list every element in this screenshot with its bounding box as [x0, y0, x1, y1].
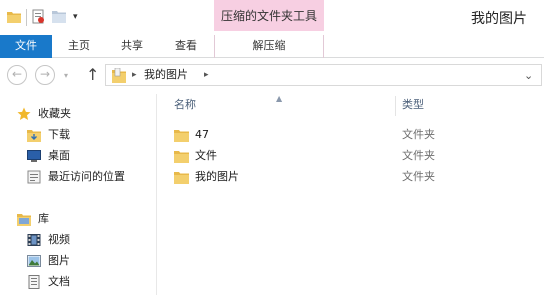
nav-libraries[interactable]: 库: [0, 209, 156, 229]
breadcrumb-chevron-icon[interactable]: ▸: [132, 68, 137, 82]
new-folder-icon[interactable]: [52, 10, 66, 23]
file-name: 47: [195, 128, 209, 141]
breadcrumb-chevron-icon[interactable]: ▸: [204, 68, 209, 82]
pictures-icon: [27, 255, 41, 267]
nav-item-label: 文档: [48, 275, 70, 288]
folder-icon[interactable]: [7, 11, 21, 23]
address-bar[interactable]: ▸ 我的图片 ▸ ⌄: [105, 64, 542, 86]
folder-icon: [174, 130, 189, 142]
nav-item-videos[interactable]: 视频: [0, 230, 156, 250]
back-arrow-icon[interactable]: ←: [7, 65, 27, 85]
nav-item-pictures[interactable]: 图片: [0, 251, 156, 271]
desktop-icon: [27, 150, 41, 162]
documents-icon: [28, 275, 40, 289]
star-icon: [17, 107, 31, 120]
tab-view[interactable]: 查看: [166, 35, 206, 58]
folder-icon: [174, 172, 189, 184]
file-type: 文件夹: [402, 128, 435, 141]
tab-share[interactable]: 共享: [112, 35, 152, 58]
tab-file[interactable]: 文件: [0, 35, 52, 58]
nav-item-label: 下载: [48, 128, 70, 141]
address-history-chevron-icon[interactable]: ⌄: [524, 69, 533, 83]
title-bar: ▾ 压缩的文件夹工具 我的图片: [0, 0, 544, 35]
column-header-name[interactable]: 名称: [174, 98, 196, 112]
pictures-folder-icon: [112, 68, 126, 83]
file-name: 文件: [195, 149, 217, 162]
file-row[interactable]: 文件 文件夹: [158, 146, 544, 167]
video-icon: [27, 234, 41, 246]
nav-item-label: 桌面: [48, 149, 70, 162]
tab-home[interactable]: 主页: [60, 35, 98, 58]
file-list: ▲ 名称 类型 47 文件夹 文件 文件夹 我的图片 文件夹: [158, 94, 544, 295]
downloads-folder-icon: [27, 130, 41, 142]
sort-ascending-icon: ▲: [276, 94, 283, 103]
nav-favorites-label: 收藏夹: [38, 107, 71, 120]
nav-item-desktop[interactable]: 桌面: [0, 146, 156, 166]
file-row[interactable]: 我的图片 文件夹: [158, 167, 544, 188]
chevron-down-icon[interactable]: ▾: [73, 12, 78, 22]
quick-access-divider: [26, 9, 27, 26]
file-type: 文件夹: [402, 170, 435, 183]
file-name: 我的图片: [195, 170, 239, 183]
breadcrumb-segment[interactable]: 我的图片: [144, 68, 188, 82]
navigation-pane: 收藏夹 下载 桌面 最近访问的位置 库 视频 图片 文档: [0, 94, 157, 295]
nav-item-label: 图片: [48, 254, 70, 267]
column-header-type[interactable]: 类型: [402, 98, 424, 112]
folder-icon: [174, 151, 189, 163]
nav-item-label: 视频: [48, 233, 70, 246]
recent-locations-chevron-icon[interactable]: ▾: [64, 71, 68, 80]
window-title: 我的图片: [471, 11, 527, 27]
context-tool-header: 压缩的文件夹工具: [214, 0, 324, 31]
tab-extract[interactable]: 解压缩: [214, 35, 324, 58]
nav-item-recent-places[interactable]: 最近访问的位置: [0, 167, 156, 187]
nav-item-documents[interactable]: 文档: [0, 272, 156, 292]
file-type: 文件夹: [402, 149, 435, 162]
ribbon-tabs: 文件 主页 共享 查看 解压缩: [0, 35, 544, 58]
properties-icon[interactable]: [32, 9, 45, 24]
library-icon: [17, 214, 31, 226]
column-divider[interactable]: [395, 96, 396, 116]
nav-item-downloads[interactable]: 下载: [0, 125, 156, 145]
recent-places-icon: [27, 170, 41, 184]
navigation-bar: ← → ▾ ↑ ▸ 我的图片 ▸ ⌄: [0, 58, 544, 94]
nav-libraries-label: 库: [38, 212, 49, 225]
nav-favorites[interactable]: 收藏夹: [0, 104, 156, 124]
nav-item-label: 最近访问的位置: [48, 170, 125, 183]
forward-arrow-icon[interactable]: →: [35, 65, 55, 85]
up-arrow-icon[interactable]: ↑: [86, 64, 99, 86]
file-row[interactable]: 47 文件夹: [158, 125, 544, 146]
